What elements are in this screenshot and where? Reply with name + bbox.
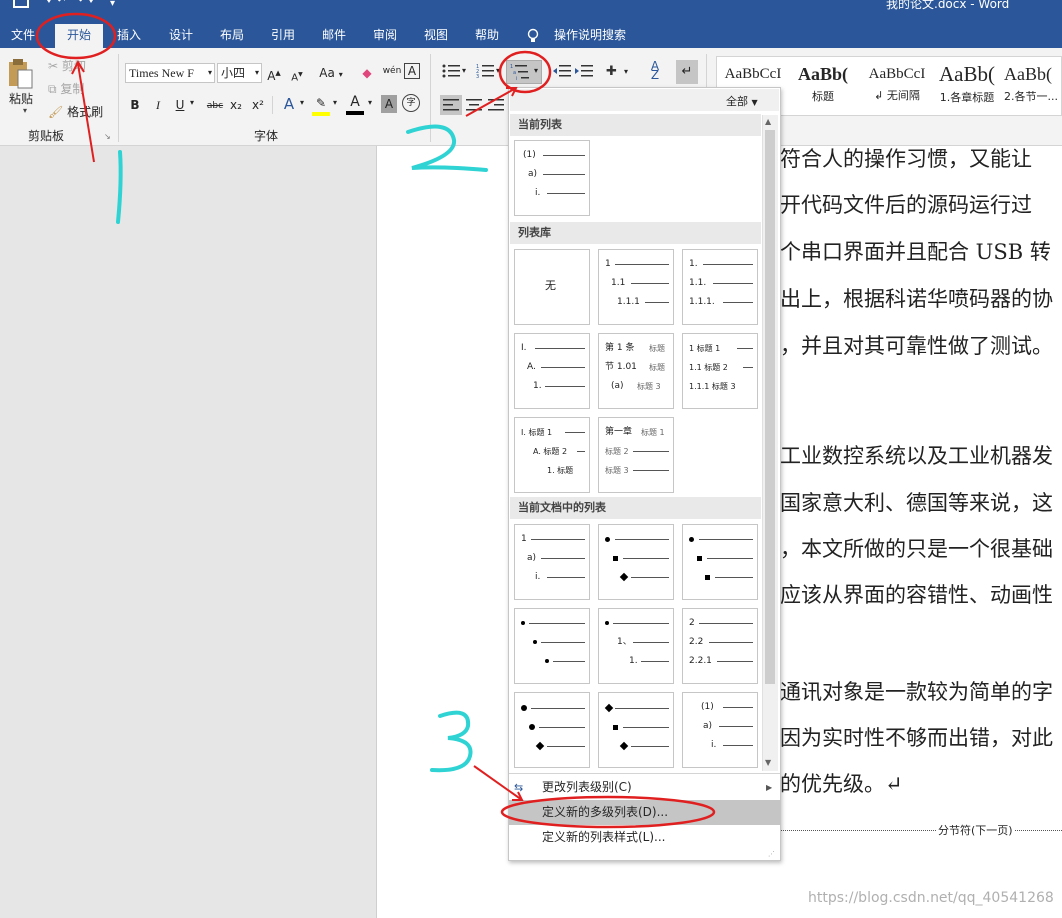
annotation-circle-multilevel (498, 50, 552, 94)
annotation-circle-home-tab (35, 12, 117, 60)
annotation-arrow-2 (465, 87, 517, 117)
annotation-arrow-1 (77, 63, 95, 163)
annotation-number-3 (430, 710, 473, 773)
annotation-arrow-3 (473, 765, 523, 801)
annotation-number-1 (116, 150, 123, 224)
annotation-overlay (35, 12, 716, 829)
annotation-circle-define-new (500, 795, 716, 829)
annotation-number-2 (406, 124, 488, 172)
